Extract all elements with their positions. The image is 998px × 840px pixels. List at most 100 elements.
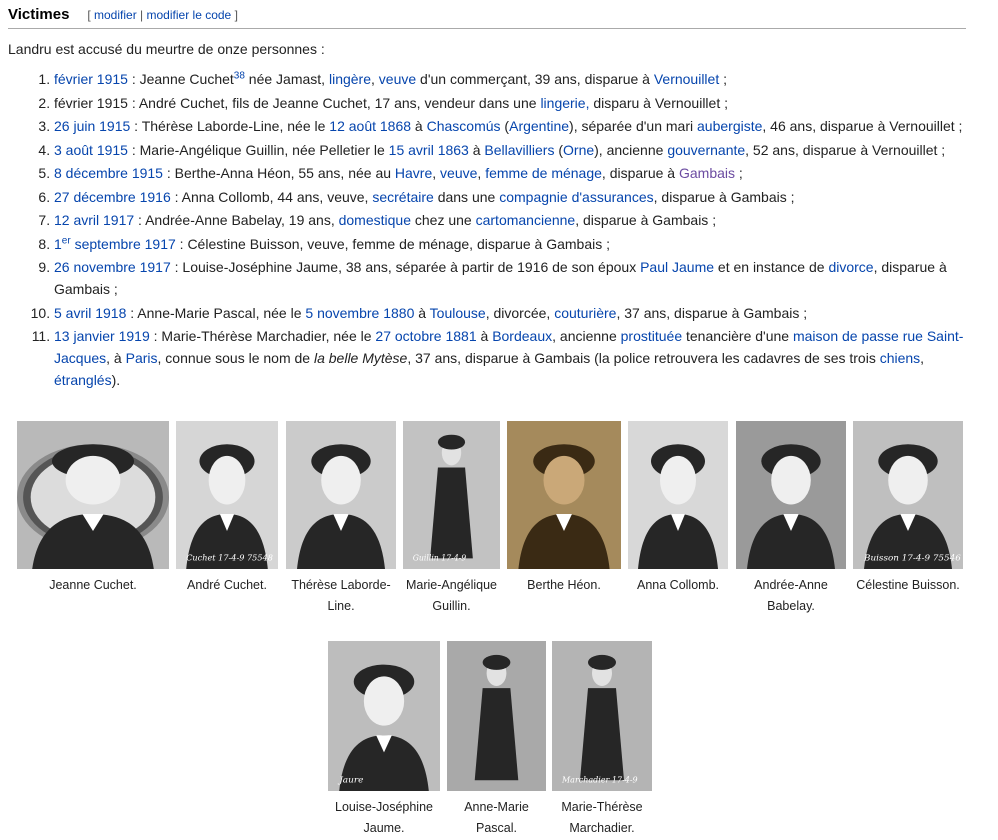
superscript-link[interactable]: 38	[234, 70, 245, 81]
wiki-link[interactable]: Vernouillet	[654, 71, 719, 87]
victim-text: : Louise-Joséphine Jaume, 38 ans, séparé…	[170, 259, 641, 275]
portrait-thumbnail[interactable]: Cuchet 17-4-9 75548	[176, 421, 278, 569]
wiki-link[interactable]: cartomancienne	[476, 212, 576, 228]
portrait-caption: Berthe Héon.	[527, 578, 601, 592]
wiki-link[interactable]: février 1915	[54, 71, 128, 87]
wiki-link[interactable]: 15 avril 1863	[389, 142, 469, 158]
wiki-link[interactable]: étranglés	[54, 372, 112, 388]
wiki-link[interactable]: 1	[54, 236, 62, 252]
portrait-photo	[17, 421, 169, 569]
wiki-link[interactable]: Gambais	[679, 165, 735, 181]
portrait-thumbnail[interactable]	[628, 421, 728, 569]
wiki-link[interactable]: Bordeaux	[492, 328, 552, 344]
victim-text: disparu à Vernouillet ;	[589, 94, 728, 111]
wiki-link[interactable]: prostituée	[621, 328, 682, 344]
wiki-link[interactable]: aubergiste	[697, 118, 762, 134]
wiki-link[interactable]: maison de passe	[793, 328, 899, 344]
wiki-link[interactable]: lingerie,	[540, 95, 589, 111]
wiki-link[interactable]: 27 décembre 1916	[54, 189, 171, 205]
portrait-thumbnail[interactable]	[447, 641, 546, 791]
portrait-thumbnail[interactable]	[286, 421, 396, 569]
wiki-link[interactable]: septembre 1917	[71, 236, 176, 252]
wiki-link[interactable]: compagnie d'assurances	[499, 189, 653, 205]
wiki-link[interactable]: 3 août 1915	[54, 142, 128, 158]
wiki-link[interactable]: 27 octobre 1881	[375, 328, 476, 344]
portrait-caption: Louise-Joséphine Jaume.	[335, 800, 433, 835]
wiki-link[interactable]: domestique	[339, 212, 411, 228]
portrait-photo	[507, 421, 621, 569]
edit-link[interactable]: modifier	[94, 8, 137, 22]
portrait-thumbnail[interactable]: Jaure	[328, 641, 440, 791]
victim-text: ), séparée d'un mari	[569, 118, 698, 134]
victim-text: tenancière d'une	[682, 328, 793, 344]
portrait-caption: Marie-Thérèse Marchadier.	[561, 800, 643, 835]
wiki-link[interactable]: divorce	[828, 259, 873, 275]
wiki-link[interactable]: lingère	[329, 71, 371, 87]
victim-text: , 37 ans, disparue à Gambais (la police …	[407, 350, 880, 366]
victim-text: : Thérèse Laborde-Line, née le	[130, 118, 330, 134]
portrait-caption: Andrée-Anne Babelay.	[754, 578, 828, 613]
wiki-link[interactable]: Toulouse	[430, 305, 486, 321]
wiki-link[interactable]: 5 avril 1918	[54, 305, 126, 321]
edit-source-link[interactable]: modifier le code	[147, 8, 232, 22]
portrait-caption: Thérèse Laborde-Line.	[291, 578, 391, 613]
wiki-link[interactable]: couturière	[554, 305, 616, 321]
wiki-link[interactable]: 26 juin 1915	[54, 118, 130, 134]
wiki-link[interactable]: Paris	[126, 350, 158, 366]
wiki-link[interactable]: 12 août 1868	[329, 118, 411, 134]
wiki-link[interactable]: 13 janvier 1919	[54, 328, 150, 344]
wiki-link[interactable]: 5 novembre 1880	[305, 305, 414, 321]
victim-text: février 1915 : André Cuchet, fils de Jea…	[54, 94, 541, 111]
victim-text: ,	[371, 71, 379, 87]
wiki-link[interactable]: 8 décembre 1915	[54, 165, 163, 181]
victim-item: 26 novembre 1917 : Louise-Joséphine Jaum…	[54, 256, 966, 300]
wiki-link[interactable]: chiens	[880, 350, 920, 366]
portrait-thumbnail[interactable]	[507, 421, 621, 569]
wiki-link[interactable]: femme de ménage	[485, 165, 602, 181]
portrait-photo	[736, 421, 846, 569]
wiki-link[interactable]: er	[62, 235, 71, 246]
wiki-link[interactable]: 12 avril 1917	[54, 212, 134, 228]
photo-inscription: Buisson 17-4-9 75546	[863, 554, 961, 564]
victim-text: ;	[735, 165, 743, 181]
wiki-link[interactable]: Havre	[395, 165, 432, 181]
portrait-photo: Cuchet 17-4-9 75548	[176, 421, 278, 569]
wiki-link[interactable]: Orne	[563, 142, 594, 158]
portrait-caption: Anna Collomb.	[637, 578, 719, 592]
victim-text: à	[476, 328, 493, 344]
section-heading: Victimes [ modifier | modifier le code ]	[8, 4, 966, 29]
portrait-photo	[447, 641, 546, 791]
victim-text: , 37 ans, disparue à Gambais ;	[616, 304, 808, 321]
portrait-thumbnail[interactable]	[17, 421, 169, 569]
portrait-thumbnail[interactable]: Buisson 17-4-9 75546	[853, 421, 963, 569]
portrait-thumbnail[interactable]: Marchadier 17-4-9	[552, 641, 652, 791]
victim-item: février 1915 : Jeanne Cuchet38 née Jamas…	[54, 68, 966, 90]
wiki-link[interactable]: Paul Jaume	[640, 259, 714, 275]
superscript-link[interactable]: er	[62, 235, 71, 246]
wiki-link[interactable]: veuve	[440, 165, 477, 181]
wiki-link[interactable]: veuve	[379, 71, 416, 87]
victim-text: (	[554, 141, 564, 158]
intro-text: Landru est accusé du meurtre de onze per…	[8, 41, 325, 57]
wiki-link[interactable]: gouvernante	[667, 142, 745, 158]
wiki-link[interactable]: Bellavilliers	[484, 142, 554, 158]
portrait-thumbnail[interactable]	[736, 421, 846, 569]
wiki-link[interactable]: secrétaire	[372, 189, 433, 205]
victim-text: : Célestine Buisson, veuve, femme de mén…	[175, 235, 611, 252]
victim-text: , 52 ans, disparue à Vernouillet ;	[745, 141, 946, 158]
wiki-link[interactable]: Argentine	[509, 118, 569, 134]
portrait-caption: Célestine Buisson.	[856, 578, 960, 592]
victim-text: , connue sous le nom de	[157, 350, 314, 366]
victim-text: , disparue à Gambais ;	[653, 188, 795, 205]
wiki-link[interactable]: Chascomús	[427, 118, 501, 134]
victim-text: : Marie-Angélique Guillin, née Pelletier…	[127, 141, 389, 158]
victim-text: : Jeanne Cuchet	[127, 71, 234, 87]
victim-item: 26 juin 1915 : Thérèse Laborde-Line, née…	[54, 115, 966, 137]
edit-bracket-open: [	[87, 8, 91, 22]
portrait-photo: Jaure	[328, 641, 440, 791]
victim-text: ).	[111, 372, 121, 388]
wiki-link[interactable]: 38	[234, 70, 245, 81]
victims-list: février 1915 : Jeanne Cuchet38 née Jamas…	[8, 68, 966, 393]
wiki-link[interactable]: 26 novembre 1917	[54, 259, 171, 275]
portrait-thumbnail[interactable]: Guillin 17-4-9	[403, 421, 500, 569]
